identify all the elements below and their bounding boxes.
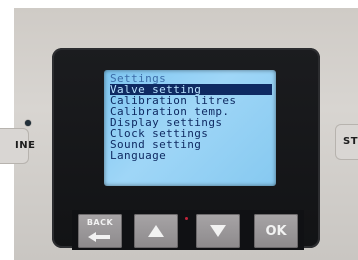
lcd-screen: Settings Valve setting Calibration litre… (104, 70, 276, 186)
back-button-label: BACK (86, 218, 114, 227)
back-button[interactable]: BACK (78, 214, 122, 248)
ok-button-label: OK (265, 224, 287, 239)
status-led-icon (25, 120, 31, 126)
indicator-dot-icon (185, 217, 188, 220)
up-triangle-icon (148, 225, 164, 237)
down-button[interactable] (196, 214, 240, 248)
right-side-label: ST (343, 136, 358, 147)
menu-item-language[interactable]: Language (110, 150, 272, 161)
up-button[interactable] (134, 214, 178, 248)
down-triangle-icon (210, 225, 226, 237)
ok-button[interactable]: OK (254, 214, 298, 248)
back-arrow-icon (88, 232, 110, 242)
left-side-label: INE (15, 140, 36, 151)
